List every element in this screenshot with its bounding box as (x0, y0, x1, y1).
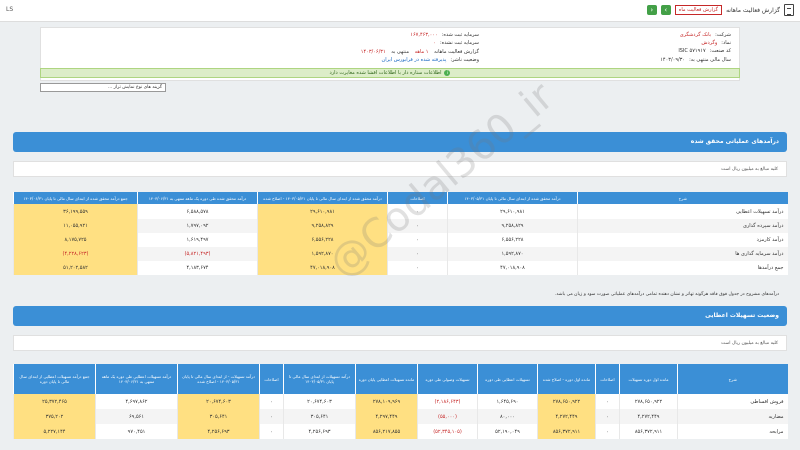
table-row: درآمد تسهیلات اعطایی ۲۹,۶۱۰,۹۸۱ ۰ ۲۹,۶۱۰… (13, 204, 788, 219)
unregistered-capital-value: ۰ (433, 40, 436, 46)
table-header-cell: جمع درآمد تسهیلات اعطایی از ابتدای سال م… (13, 364, 96, 394)
table-header-cell: شرح (677, 364, 788, 394)
table-header-cell: درآمد محقق شده از ابتدای سال مالی تا پای… (447, 192, 578, 204)
table-header-cell: درآمد تسهیلات اعطایی طی دوره یک ماهه منت… (95, 364, 178, 394)
table-header-cell: درآمد تسهیلات از ابتدای سال مالی تا پایا… (283, 364, 356, 394)
top-bar-right: گزارش فعالیت ماهانه گزارش فعالیت ماه › ‹ (646, 4, 794, 16)
symbol-row: نماد:وگردش (701, 40, 731, 46)
table-row: درآمد سرمایه گذاری ها ۱,۵۹۲,۸۷۰ ۰ ۱,۵۹۲,… (13, 247, 788, 261)
table-header-cell: اصلاحات (595, 364, 620, 394)
company-row: شرکت:بانک گردشگری (679, 32, 731, 38)
table-header-cell: مانده اول دوره - اصلاح شده (537, 364, 596, 394)
period-length: ۱ ماهه (414, 49, 429, 55)
top-bar: LS گزارش فعالیت ماهانه گزارش فعالیت ماه … (0, 0, 800, 22)
period-end-date: ۱۴۰۳/۰۶/۳۱ (360, 49, 386, 55)
table-header-cell: اصلاحات (259, 364, 284, 394)
section1-units-note: کلیه مبالغ به میلیون ریال است (13, 161, 787, 177)
capital-row: سرمایه ثبت شده:۱۶۷,۴۶۳,۰۰۰ (410, 32, 479, 38)
fiscal-year-row: سال مالی منتهی به:۱۴۰۳/۰۹/۳۰ (660, 57, 731, 63)
notice-text: اطلاعات ستاره دار با اطلاعات افشا شده مغ… (329, 70, 442, 76)
page-title: گزارش فعالیت ماهانه (726, 6, 780, 14)
section2-units-note: کلیه مبالغ به میلیون ریال است (13, 335, 787, 351)
revenues-table-header: شرح درآمد محقق شده از ابتدای سال مالی تا… (13, 192, 788, 204)
table-header-cell: درآمد تسهیلات - از ابتدای سال مالی تا پا… (177, 364, 260, 394)
table-header-cell: تسهیلات وصولی طی دوره (417, 364, 478, 394)
table-row: درآمد کارمزد ۶,۵۵۶,۲۲۸ ۰ ۶,۵۵۶,۲۲۸ ۱,۶۱۹… (13, 233, 788, 247)
report-type-badge[interactable]: گزارش فعالیت ماه (674, 5, 723, 15)
top-bar-left-text: LS (6, 6, 14, 13)
mismatch-notice: iاطلاعات ستاره دار با اطلاعات افشا شده م… (40, 68, 740, 78)
industry-code-value: ISIC ۵۷۱۹۱۷ (678, 48, 706, 54)
table-row: فروش اقساطی ۲۷۸,۶۵۰,۹۲۲ ۰ ۲۷۸,۶۵۰,۹۲۲ ۱,… (13, 394, 788, 409)
publisher-status-row: وضعیت ناشر:پذیرفته شده در فرابورس ایران (381, 57, 479, 63)
table-header-cell: تسهیلات اعطایی طی دوره (477, 364, 538, 394)
fiscal-year-value: ۱۴۰۳/۰۹/۳۰ (660, 57, 686, 63)
table-row-total: جمع درآمدها ۴۷,۰۱۸,۹۰۸ ۰ ۴۷,۰۱۸,۹۰۸ ۴,۱۸… (13, 261, 788, 275)
table-row: مرابحه ۸۵۶,۳۷۲,۹۱۱ ۰ ۸۵۶,۳۷۲,۹۱۱ ۵۲,۱۹۰,… (13, 424, 788, 439)
revenues-table: شرح درآمد محقق شده از ابتدای سال مالی تا… (13, 192, 788, 275)
report-period-row: گزارش فعالیت ماهانه ۱ ماهه منتهی به ۱۴۰۳… (360, 49, 479, 55)
table-header-cell: مانده تسهیلات اعطایی پایان دوره (355, 364, 418, 394)
table-header-cell: مانده اول دوره تسهیلات (619, 364, 678, 394)
previous-report-button[interactable]: ‹ (646, 5, 657, 15)
symbol-value: وگردش (701, 40, 718, 46)
next-report-button[interactable]: › (660, 5, 671, 15)
loans-table: شرح مانده اول دوره تسهیلات اصلاحات مانده… (13, 364, 788, 439)
info-icon: i (444, 69, 451, 76)
table-header-cell: شرح (577, 192, 788, 204)
unregistered-capital-row: سرمایه ثبت نشده:۰ (433, 40, 479, 46)
section-header-operating-revenues: درآمدهای عملیاتی محقق شده (13, 132, 787, 152)
capital-value: ۱۶۷,۴۶۳,۰۰۰ (410, 32, 438, 38)
table-header-cell: جمع درآمد محقق شده از ابتدای سال مالی تا… (13, 192, 138, 204)
table-header-cell: اصلاحات (387, 192, 448, 204)
section-header-loans-status: وضعیت تسهیلات اعطایی (13, 306, 787, 326)
company-name: بانک گردشگری (679, 32, 712, 38)
table-row: مضاربه ۴,۲۷۲,۴۴۹ ۰ ۴,۲۷۲,۴۴۹ ۸۰,۰۰۰ (۵۵,… (13, 409, 788, 424)
document-icon (784, 4, 794, 16)
table-header-cell: درآمد محقق شده از ابتدای سال مالی تا پای… (257, 192, 388, 204)
industry-code-row: کد صنعت:ISIC ۵۷۱۹۱۷ (678, 48, 731, 54)
publisher-status-value: پذیرفته شده در فرابورس ایران (381, 57, 447, 63)
loans-table-header: شرح مانده اول دوره تسهیلات اصلاحات مانده… (13, 364, 788, 394)
revenues-footnote: درآمدهای مشروح در جدول فوق فاقد هرگونه ت… (554, 292, 779, 297)
display-type-select[interactable]: گزینه های نوع نمایش تراز ... (40, 83, 166, 92)
table-row: درآمد سپرده گذاری ۹,۲۵۸,۸۲۹ ۰ ۹,۲۵۸,۸۲۹ … (13, 219, 788, 233)
table-header-cell: درآمد محقق شده طی دوره یک ماهه منتهی به … (137, 192, 258, 204)
